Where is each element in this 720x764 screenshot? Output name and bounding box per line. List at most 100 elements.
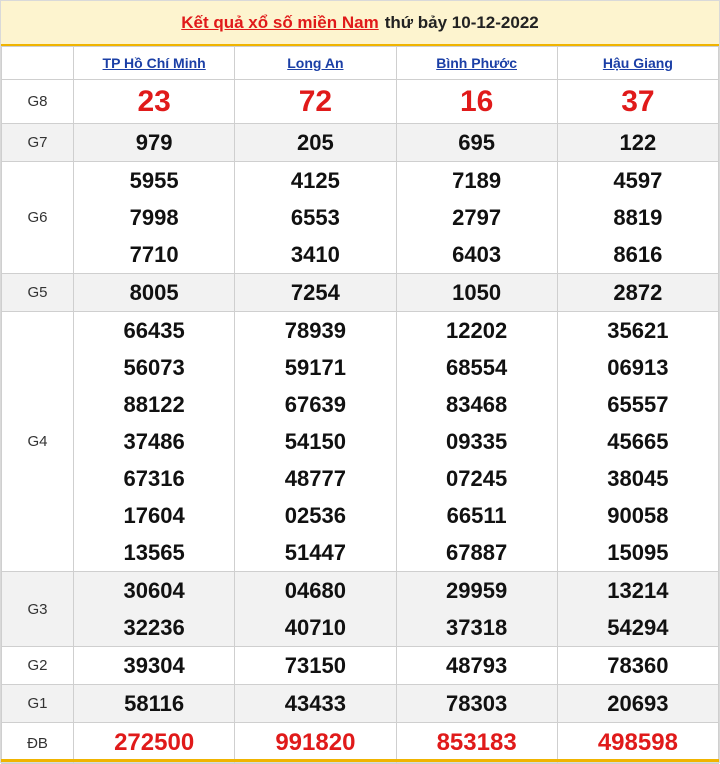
g6-cell: 4125 6553 3410: [234, 161, 397, 274]
prize-number: 67887: [446, 540, 508, 565]
prize-label: G8: [1, 79, 74, 124]
prize-number: 20693: [607, 691, 669, 716]
prize-number: 66435: [123, 318, 185, 343]
prize-number: 56073: [123, 355, 185, 380]
g4-cell: 12202 68554 83468 09335 07245 66511 6788…: [395, 311, 558, 572]
prize-number: 29959: [446, 578, 508, 603]
results-table: TP Hồ Chí Minh Long An Bình Phước Hậu Gi…: [1, 46, 720, 764]
prize-label: G3: [1, 571, 74, 647]
prize-number: 2872: [613, 280, 663, 305]
province-link[interactable]: Bình Phước: [395, 46, 558, 80]
g1-cell: 20693: [556, 684, 720, 723]
prize-number: 43433: [284, 691, 346, 716]
province-link[interactable]: Hậu Giang: [556, 46, 720, 80]
db-cell: 991820: [234, 722, 397, 764]
prize-number: 37318: [446, 615, 508, 640]
g2-cell: 39304: [72, 646, 236, 685]
g8-cell: 72: [234, 79, 397, 124]
row-g5: G5 8005 7254 1050 2872: [1, 273, 720, 312]
prize-label: G2: [1, 646, 74, 685]
g3-cell: 29959 37318: [395, 571, 558, 647]
prize-number: 15095: [607, 540, 669, 565]
row-g4: G4 66435 56073 88122 37486 67316 17604 1…: [1, 311, 720, 572]
g7-cell: 122: [556, 123, 720, 162]
prize-number: 45665: [607, 429, 669, 454]
prize-label: G6: [1, 161, 74, 274]
g6-cell: 7189 2797 6403: [395, 161, 558, 274]
prize-number: 66511: [446, 503, 507, 528]
prize-number: 5955: [129, 168, 179, 193]
prize-number: 8819: [613, 205, 663, 230]
row-g7: G7 979 205 695 122: [1, 123, 720, 162]
prize-number: 37486: [123, 429, 185, 454]
g5-cell: 7254: [234, 273, 397, 312]
prize-number: 122: [619, 130, 657, 155]
g3-cell: 04680 40710: [234, 571, 397, 647]
g2-cell: 48793: [395, 646, 558, 685]
title-link[interactable]: Kết quả xổ số miền Nam: [181, 13, 378, 33]
prize-number: 67316: [123, 466, 185, 491]
row-g8: G8 23 72 16 37: [1, 79, 720, 124]
prize-number: 78939: [284, 318, 346, 343]
g8-cell: 37: [556, 79, 720, 124]
prize-number: 8616: [613, 242, 663, 267]
g1-cell: 43433: [234, 684, 397, 723]
prize-number: 23: [137, 85, 171, 118]
prize-number: 4597: [613, 168, 663, 193]
db-cell: 853183: [395, 722, 558, 764]
prize-number: 4125: [290, 168, 340, 193]
prize-number: 37: [621, 85, 655, 118]
prize-number: 7710: [129, 242, 179, 267]
prize-label: G1: [1, 684, 74, 723]
g3-cell: 30604 32236: [72, 571, 236, 647]
prize-number: 6403: [452, 242, 502, 267]
prize-label: G4: [1, 311, 74, 572]
g2-cell: 78360: [556, 646, 720, 685]
jackpot-number: 991820: [275, 729, 356, 756]
prize-number: 02536: [284, 503, 346, 528]
corner-cell: [1, 46, 74, 80]
prize-number: 90058: [607, 503, 669, 528]
prize-number: 205: [297, 130, 334, 155]
g1-cell: 78303: [395, 684, 558, 723]
g7-cell: 205: [234, 123, 397, 162]
prize-label: G7: [1, 123, 74, 162]
g5-cell: 2872: [556, 273, 720, 312]
title-date: thứ bảy 10-12-2022: [384, 12, 539, 32]
prize-number: 13214: [607, 578, 669, 603]
prize-number: 58116: [124, 691, 185, 716]
prize-number: 68554: [446, 355, 508, 380]
prize-number: 04680: [284, 578, 346, 603]
prize-number: 17604: [123, 503, 185, 528]
row-g2: G2 39304 73150 48793 78360: [1, 646, 720, 685]
lottery-results: Kết quả xổ số miền Nam thứ bảy 10-12-202…: [0, 0, 720, 764]
prize-number: 65557: [607, 392, 669, 417]
row-g6: G6 5955 7998 7710 4125 6553 3410 7189 27…: [1, 161, 720, 274]
prize-number: 54150: [284, 429, 346, 454]
prize-number: 1050: [452, 280, 502, 305]
g6-cell: 5955 7998 7710: [72, 161, 236, 274]
prize-number: 40710: [284, 615, 346, 640]
bottom-bar: [1, 759, 719, 762]
prize-number: 09335: [446, 429, 508, 454]
g6-cell: 4597 8819 8616: [556, 161, 720, 274]
prize-number: 73150: [284, 653, 346, 678]
province-link[interactable]: Long An: [234, 46, 397, 80]
prize-number: 88122: [123, 392, 185, 417]
province-link[interactable]: TP Hồ Chí Minh: [72, 46, 236, 80]
db-cell: 272500: [72, 722, 236, 764]
prize-number: 3410: [290, 242, 340, 267]
page-title: Kết quả xổ số miền Nam thứ bảy 10-12-202…: [1, 1, 719, 46]
prize-number: 35621: [607, 318, 669, 343]
g4-cell: 35621 06913 65557 45665 38045 90058 1509…: [556, 311, 720, 572]
prize-number: 51447: [284, 540, 346, 565]
prize-number: 695: [458, 130, 495, 155]
prize-number: 2797: [452, 205, 502, 230]
g8-cell: 16: [395, 79, 558, 124]
prize-number: 48777: [284, 466, 346, 491]
row-db: ĐB 272500 991820 853183 498598: [1, 722, 720, 764]
g1-cell: 58116: [72, 684, 236, 723]
province-header-row: TP Hồ Chí Minh Long An Bình Phước Hậu Gi…: [1, 46, 720, 80]
prize-number: 67639: [284, 392, 346, 417]
row-g3: G3 30604 32236 04680 40710 29959 37318 1…: [1, 571, 720, 647]
